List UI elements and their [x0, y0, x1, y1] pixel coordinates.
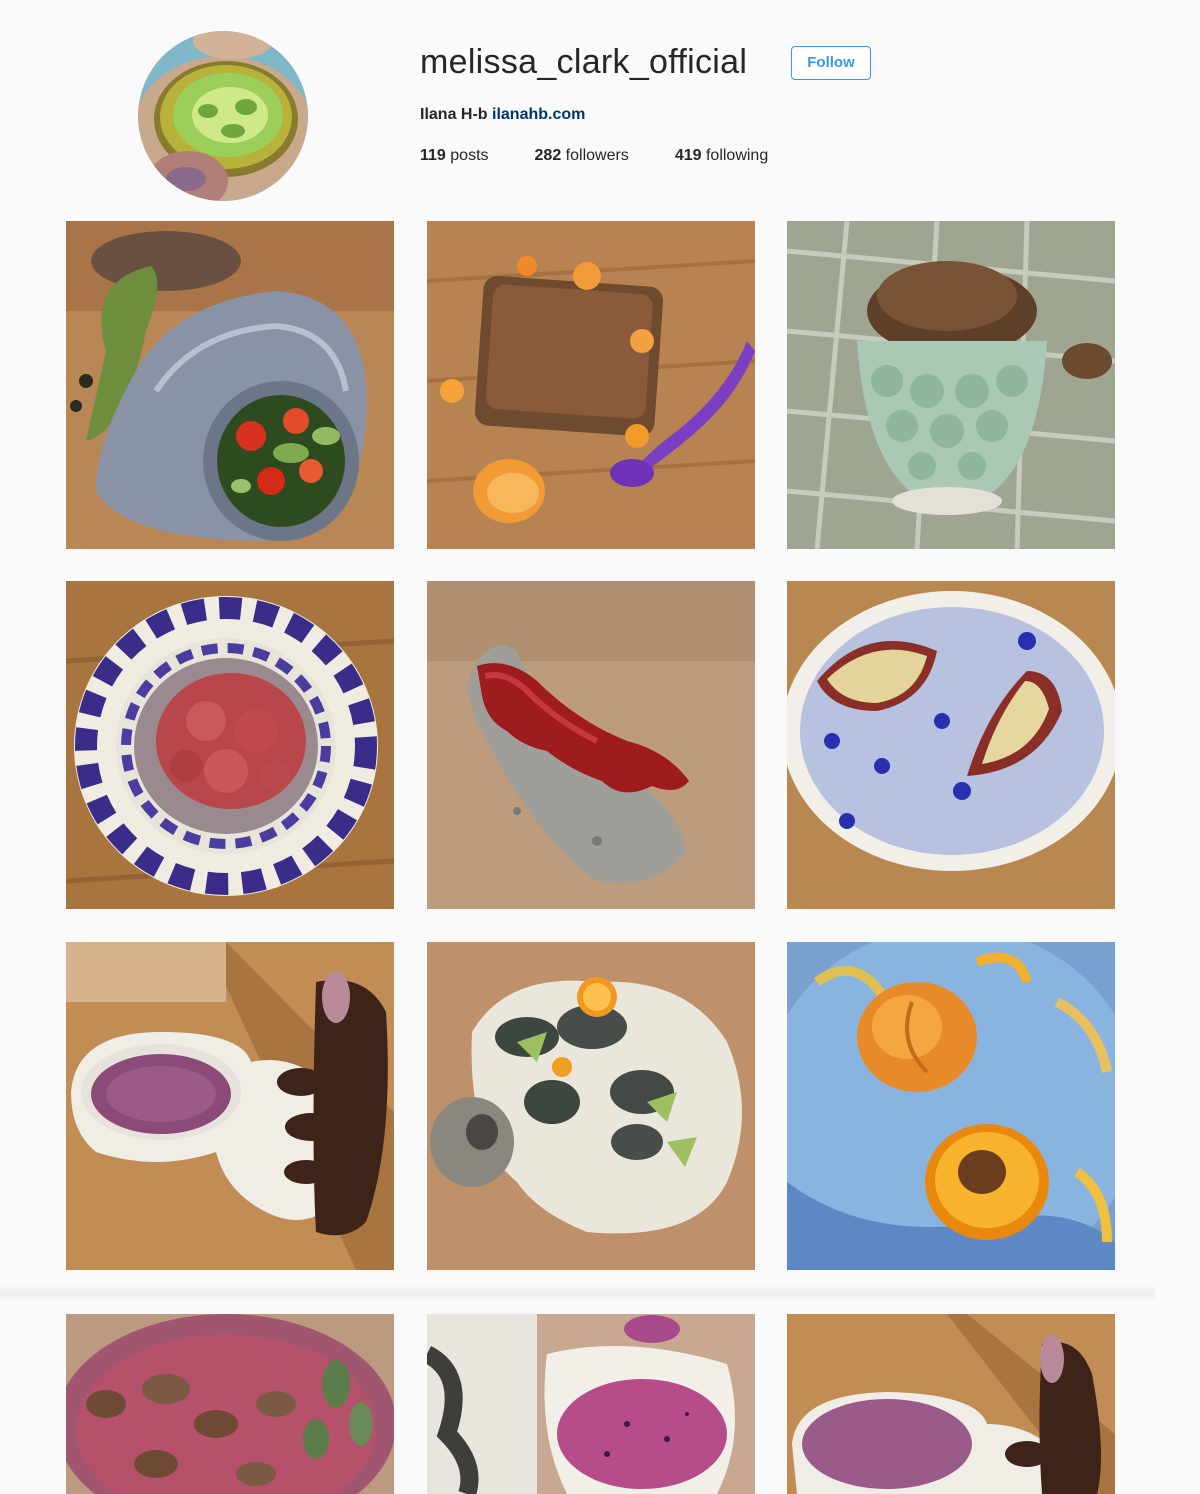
profile-bio: Ilana H-b ilanahb.com — [420, 106, 585, 124]
meat-on-bread-image — [427, 221, 755, 549]
tomato-bowl-image — [66, 581, 394, 909]
crisps-on-plate-image — [66, 1314, 394, 1494]
profile-avatar[interactable] — [138, 31, 308, 201]
profile-stats: 119 posts 282 followers 419 following — [420, 147, 814, 165]
post-tile-tomato-bowl[interactable] — [66, 581, 394, 909]
page-fold-divider — [0, 1284, 1155, 1300]
profile-website-link[interactable]: ilanahb.com — [492, 106, 585, 123]
post-tile-berry-drink-hand[interactable] — [787, 1314, 1115, 1494]
profile-full-name: Ilana H-b — [420, 106, 488, 123]
post-tile-berry-drink-closeup[interactable] — [427, 1314, 755, 1494]
followers-count: 282 — [534, 147, 562, 164]
posts-stat: 119 posts — [420, 147, 489, 165]
jam-on-stone-image — [427, 581, 755, 909]
post-tile-meat-on-bread[interactable] — [427, 221, 755, 549]
green-bubble-pot-image — [787, 221, 1115, 549]
followers-label: followers — [565, 147, 629, 164]
post-tile-berry-drink-cup[interactable] — [66, 942, 394, 1270]
followers-stat[interactable]: 282 followers — [535, 147, 629, 165]
post-tile-dried-apples-plate[interactable] — [787, 581, 1115, 909]
profile-username: melissa_clark_official — [420, 43, 748, 81]
berry-drink-closeup-image — [427, 1314, 755, 1494]
post-tile-jam-on-stone[interactable] — [427, 581, 755, 909]
post-tile-salad-dish[interactable] — [66, 221, 394, 549]
profile-header: melissa_clark_official Follow Ilana H-b … — [0, 0, 1200, 215]
post-tile-chia-plate[interactable] — [427, 942, 755, 1270]
posts-count: 119 — [420, 147, 446, 164]
apricot-blue-dish-image — [787, 942, 1115, 1270]
berry-drink-hand-image — [787, 1314, 1115, 1494]
following-count: 419 — [674, 147, 702, 164]
dried-apples-plate-image — [787, 581, 1115, 909]
salad-dish-image — [66, 221, 394, 549]
posts-label: posts — [450, 147, 489, 164]
post-tile-apricot-blue-dish[interactable] — [787, 942, 1115, 1270]
berry-drink-cup-image — [66, 942, 394, 1270]
green-tomato-avatar-icon — [138, 31, 308, 201]
follow-button[interactable]: Follow — [791, 46, 871, 80]
chia-plate-image — [427, 942, 755, 1270]
following-label: following — [705, 147, 769, 164]
post-tile-crisps-on-plate[interactable] — [66, 1314, 394, 1494]
following-stat[interactable]: 419 following — [675, 147, 768, 165]
post-tile-green-bubble-pot[interactable] — [787, 221, 1115, 549]
